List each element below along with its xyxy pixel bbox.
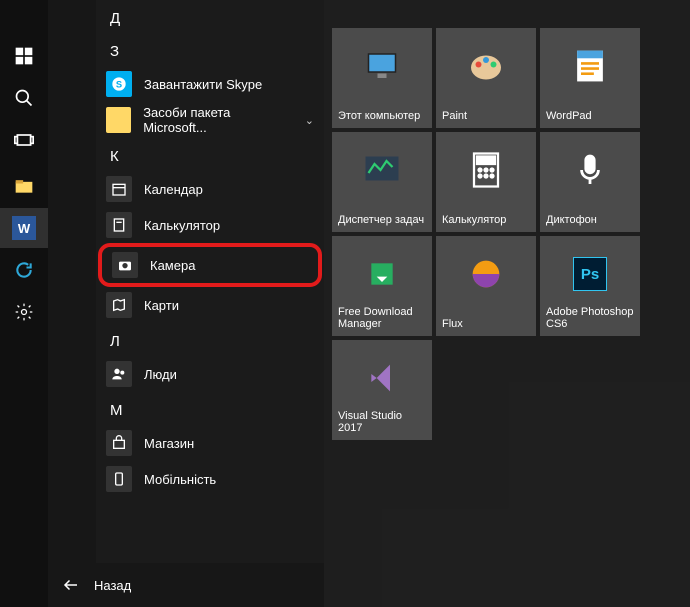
app-calculator[interactable]: Калькулятор — [96, 207, 324, 243]
app-mobility[interactable]: Мобільність — [96, 461, 324, 497]
flux-icon — [468, 256, 504, 292]
tile-label: Paint — [442, 110, 530, 122]
camera-icon — [112, 252, 138, 278]
app-label: Завантажити Skype — [144, 77, 262, 92]
letter-d[interactable]: Д — [96, 0, 324, 33]
paint-icon — [468, 48, 504, 84]
tile-calc[interactable]: Калькулятор — [436, 132, 536, 232]
tile-this-pc[interactable]: Этот компьютер — [332, 28, 432, 128]
app-label: Карти — [144, 298, 179, 313]
svg-text:S: S — [116, 79, 122, 89]
maps-icon — [106, 292, 132, 318]
rail — [48, 0, 96, 563]
calc-icon — [468, 152, 504, 188]
skype-icon: S — [106, 71, 132, 97]
tiles-grid: Этот компьютер Paint WordPad Диспетчер з… — [324, 0, 690, 607]
tile-photoshop[interactable]: Ps Adobe Photoshop CS6 — [540, 236, 640, 336]
fdm-icon — [364, 256, 400, 292]
start-menu: Д З S Завантажити Skype Засоби пакета Mi… — [48, 0, 690, 607]
app-label: Калькулятор — [144, 218, 220, 233]
app-label: Магазин — [144, 436, 194, 451]
app-camera[interactable]: Камера — [98, 243, 322, 287]
tile-label: Калькулятор — [442, 214, 530, 226]
app-label: Календар — [144, 182, 203, 197]
app-store[interactable]: Магазин — [96, 425, 324, 461]
pc-icon — [364, 48, 400, 84]
vs-icon — [364, 360, 400, 396]
tile-label: Этот компьютер — [338, 110, 426, 122]
letter-l[interactable]: Л — [96, 323, 324, 356]
mic-icon — [572, 152, 608, 188]
settings-taskbar-icon[interactable] — [0, 292, 48, 332]
tile-label: Free Download Manager — [338, 306, 426, 330]
mobile-icon — [106, 466, 132, 492]
app-calendar[interactable]: Календар — [96, 171, 324, 207]
refresh-taskbar-icon[interactable] — [0, 250, 48, 290]
start-button[interactable] — [0, 36, 48, 76]
app-people[interactable]: Люди — [96, 356, 324, 392]
tile-label: Visual Studio 2017 — [338, 410, 426, 434]
app-maps[interactable]: Карти — [96, 287, 324, 323]
calculator-icon — [106, 212, 132, 238]
tile-flux[interactable]: Flux — [436, 236, 536, 336]
calendar-icon — [106, 176, 132, 202]
tile-label: Диктофон — [546, 214, 634, 226]
search-button[interactable] — [0, 78, 48, 118]
tile-wordpad[interactable]: WordPad — [540, 28, 640, 128]
app-skype[interactable]: S Завантажити Skype — [96, 66, 324, 102]
letter-k[interactable]: К — [96, 138, 324, 171]
tile-fdm[interactable]: Free Download Manager — [332, 236, 432, 336]
store-icon — [106, 430, 132, 456]
tile-label: Adobe Photoshop CS6 — [546, 306, 634, 330]
taskmgr-icon — [364, 152, 400, 188]
app-label: Камера — [150, 258, 195, 273]
letter-m[interactable]: М — [96, 392, 324, 425]
taskbar: W — [0, 0, 48, 607]
tile-taskmgr[interactable]: Диспетчер задач — [332, 132, 432, 232]
tile-label: Диспетчер задач — [338, 214, 426, 226]
tile-mic[interactable]: Диктофон — [540, 132, 640, 232]
ps-icon: Ps — [572, 256, 608, 292]
tile-label: Flux — [442, 318, 530, 330]
tile-label: WordPad — [546, 110, 634, 122]
tile-vs[interactable]: Visual Studio 2017 — [332, 340, 432, 440]
app-label: Засоби пакета Microsoft... — [143, 105, 293, 135]
folder-icon — [106, 107, 131, 133]
people-icon — [106, 361, 132, 387]
taskview-button[interactable] — [0, 120, 48, 160]
wordpad-icon — [572, 48, 608, 84]
word-taskbar-icon[interactable]: W — [0, 208, 48, 248]
back-label: Назад — [94, 578, 131, 593]
back-button[interactable]: Назад — [48, 563, 324, 607]
arrow-left-icon — [62, 576, 80, 594]
explorer-taskbar-icon[interactable] — [0, 166, 48, 206]
app-label: Люди — [144, 367, 177, 382]
app-label: Мобільність — [144, 472, 216, 487]
app-ms-tools[interactable]: Засоби пакета Microsoft... ⌄ — [96, 102, 324, 138]
apps-list[interactable]: Д З S Завантажити Skype Засоби пакета Mi… — [96, 0, 324, 563]
letter-z[interactable]: З — [96, 33, 324, 66]
chevron-down-icon: ⌄ — [305, 114, 314, 127]
tile-paint[interactable]: Paint — [436, 28, 536, 128]
